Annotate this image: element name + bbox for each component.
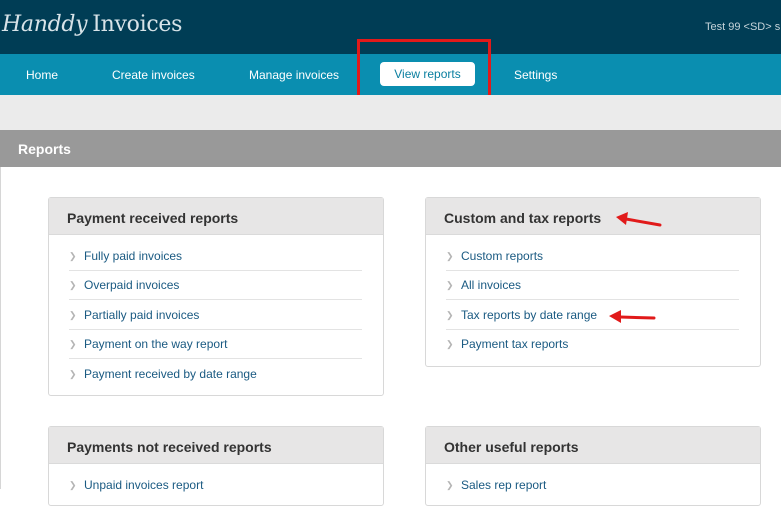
nav-manage-invoices[interactable]: Manage invoices [249,68,339,82]
link-custom-reports[interactable]: ❯ Custom reports [446,242,739,271]
reports-section-header: Reports [0,130,781,167]
link-payment-received-by-date-range[interactable]: ❯ Payment received by date range [69,360,362,389]
link-unpaid-invoices-report[interactable]: ❯ Unpaid invoices report [69,471,362,500]
chevron-right-icon: ❯ [446,251,454,261]
red-arrow-icon [616,212,662,227]
link-label[interactable]: Fully paid invoices [84,249,182,263]
link-label[interactable]: Unpaid invoices report [84,478,203,492]
nav-create-invoices[interactable]: Create invoices [112,68,195,82]
link-label[interactable]: Payment received by date range [84,367,257,381]
link-label[interactable]: Sales rep report [461,478,546,492]
chevron-right-icon: ❯ [446,339,454,349]
panel-header: Custom and tax reports [426,198,760,235]
panel-other-useful: Other useful reports ❯ Sales rep report [425,426,761,506]
panel-title: Custom and tax reports [444,210,602,226]
panel-title: Payment received reports [67,210,239,226]
chevron-right-icon: ❯ [69,369,77,379]
link-all-invoices[interactable]: ❯ All invoices [446,271,739,300]
logo-text-handdy: Handdy [2,12,88,37]
chevron-right-icon: ❯ [69,480,77,490]
chevron-right-icon: ❯ [69,310,77,320]
link-payment-on-the-way[interactable]: ❯ Payment on the way report [69,330,362,359]
chevron-right-icon: ❯ [446,480,454,490]
link-label[interactable]: Partially paid invoices [84,308,199,322]
logo-text-invoices: Invoices [92,12,183,37]
chevron-right-icon: ❯ [446,310,454,320]
panel-payments-not-received: Payments not received reports ❯ Unpaid i… [48,426,384,506]
reports-title: Reports [18,141,71,157]
link-label[interactable]: Tax reports by date range [461,308,597,322]
chevron-right-icon: ❯ [446,280,454,290]
panel-title: Other useful reports [444,439,579,455]
user-account-label[interactable]: Test 99 <SD> s [705,21,780,33]
link-label[interactable]: Custom reports [461,249,543,263]
link-partially-paid-invoices[interactable]: ❯ Partially paid invoices [69,301,362,330]
panel-header: Other useful reports [426,427,760,464]
chevron-right-icon: ❯ [69,251,77,261]
link-label[interactable]: Payment on the way report [84,337,227,351]
chevron-right-icon: ❯ [69,280,77,290]
nav-home[interactable]: Home [26,68,58,82]
link-fully-paid-invoices[interactable]: ❯ Fully paid invoices [69,242,362,271]
sub-header-bar [0,95,781,130]
panel-custom-tax: Custom and tax reports ❯ Custom reports … [425,197,761,367]
link-label[interactable]: All invoices [461,278,521,292]
panel-header: Payment received reports [49,198,383,235]
app-logo[interactable]: Handdy Invoices [2,12,182,37]
panel-payment-received: Payment received reports ❯ Fully paid in… [48,197,384,396]
link-label[interactable]: Payment tax reports [461,337,568,351]
nav-settings[interactable]: Settings [514,68,557,82]
panel-header: Payments not received reports [49,427,383,464]
link-sales-rep-report[interactable]: ❯ Sales rep report [446,471,739,500]
red-arrow-icon [609,310,656,323]
link-overpaid-invoices[interactable]: ❯ Overpaid invoices [69,271,362,300]
panel-title: Payments not received reports [67,439,272,455]
chevron-right-icon: ❯ [69,339,77,349]
link-payment-tax-reports[interactable]: ❯ Payment tax reports [446,330,739,359]
link-tax-reports-by-date-range[interactable]: ❯ Tax reports by date range [446,301,739,330]
link-label[interactable]: Overpaid invoices [84,278,179,292]
